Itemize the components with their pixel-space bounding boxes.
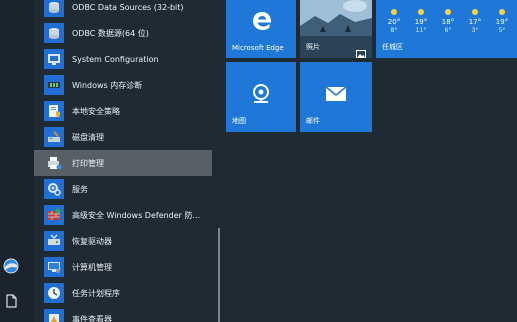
- menu-item-recovery-drive[interactable]: 恢复驱动器: [34, 228, 212, 254]
- edge-icon: [251, 10, 273, 32]
- menu-item-label: Windows 内存诊断: [72, 80, 143, 90]
- weather-high: 19°: [414, 18, 428, 26]
- menu-item-memory-diagnostic[interactable]: Windows 内存诊断: [34, 72, 212, 98]
- services-icon: [44, 179, 64, 199]
- menu-item-label: 任务计划程序: [72, 288, 120, 298]
- menu-item-label: 磁盘清理: [72, 132, 104, 142]
- tile-mail[interactable]: 邮件: [300, 62, 372, 132]
- weather-day-2: 19° 11°: [409, 6, 433, 34]
- start-left-rail: [0, 0, 34, 322]
- event-viewer-icon: [44, 309, 64, 322]
- menu-item-event-viewer[interactable]: 事件查看器: [34, 306, 212, 322]
- tile-label: 地图: [232, 117, 246, 125]
- menu-item-label: 高级安全 Windows Defender 防...: [72, 210, 201, 220]
- menu-item-odbc-64[interactable]: ODBC 数据源(64 位): [34, 20, 212, 46]
- menu-item-label: 本地安全策略: [72, 106, 120, 116]
- menu-item-defender-firewall[interactable]: 高级安全 Windows Defender 防...: [34, 202, 212, 228]
- tile-weather[interactable]: 20° 8° 19° 11° 18° 6° 17° 3° 19° 5° 任城区: [376, 0, 517, 58]
- menu-item-print-management[interactable]: 打印管理: [34, 150, 212, 176]
- sun-icon: [468, 6, 482, 16]
- weather-day-1: 20° 8°: [382, 6, 406, 34]
- weather-day-3: 18° 6°: [436, 6, 460, 34]
- memory-diagnostic-icon: [44, 75, 64, 95]
- sun-icon: [414, 6, 428, 16]
- menu-item-label: ODBC 数据源(64 位): [72, 28, 149, 38]
- weather-low: 8°: [390, 27, 398, 34]
- menu-item-label: 服务: [72, 184, 88, 194]
- sun-icon: [441, 6, 455, 16]
- start-menu-app-list: ODBC Data Sources (32-bit) ODBC 数据源(64 位…: [34, 0, 220, 322]
- tile-photos[interactable]: 照片: [300, 0, 372, 58]
- weather-high: 17°: [468, 18, 482, 26]
- weather-high: 20°: [387, 18, 401, 26]
- computer-management-icon: [44, 257, 64, 277]
- print-management-icon: [44, 153, 64, 173]
- menu-item-odbc-32[interactable]: ODBC Data Sources (32-bit): [34, 0, 212, 20]
- tile-label: 照片: [306, 43, 320, 51]
- menu-item-label: System Configuration: [72, 54, 159, 64]
- task-scheduler-icon: [44, 283, 64, 303]
- menu-item-label: 事件查看器: [72, 314, 112, 322]
- sun-icon: [387, 6, 401, 16]
- menu-item-disk-cleanup[interactable]: 磁盘清理: [34, 124, 212, 150]
- document-icon[interactable]: [3, 293, 19, 309]
- menu-item-local-security-policy[interactable]: 本地安全策略: [34, 98, 212, 124]
- menu-item-label: 打印管理: [72, 158, 104, 168]
- odbc-icon: [44, 23, 64, 43]
- security-policy-icon: [44, 101, 64, 121]
- menu-item-system-configuration[interactable]: System Configuration: [34, 46, 212, 72]
- disk-cleanup-icon: [44, 127, 64, 147]
- weather-day-4: 17° 3°: [463, 6, 487, 34]
- weather-low: 3°: [471, 27, 479, 34]
- mail-icon: [325, 86, 347, 102]
- photos-icon: [356, 44, 366, 58]
- menu-item-label: 计算机管理: [72, 262, 112, 272]
- menu-item-task-scheduler[interactable]: 任务计划程序: [34, 280, 212, 306]
- user-avatar-icon[interactable]: [3, 258, 19, 274]
- tile-label: Microsoft Edge: [232, 44, 284, 52]
- odbc-icon: [44, 0, 64, 17]
- weather-day-5: 19° 5°: [490, 6, 514, 34]
- tiles-area: Microsoft Edge 照片 20° 8° 19° 11° 18° 6° …: [226, 0, 517, 322]
- menu-item-services[interactable]: 服务: [34, 176, 212, 202]
- menu-item-computer-management[interactable]: 计算机管理: [34, 254, 212, 280]
- menu-item-label: ODBC Data Sources (32-bit): [72, 2, 184, 12]
- tile-label: 邮件: [306, 117, 320, 125]
- maps-icon: [250, 82, 272, 106]
- weather-low: 11°: [415, 27, 427, 34]
- recovery-drive-icon: [44, 231, 64, 251]
- tile-microsoft-edge[interactable]: Microsoft Edge: [226, 0, 296, 58]
- menu-item-label: 恢复驱动器: [72, 236, 112, 246]
- tile-maps[interactable]: 地图: [226, 62, 296, 132]
- sun-icon: [495, 6, 509, 16]
- weather-high: 18°: [441, 18, 455, 26]
- system-config-icon: [44, 49, 64, 69]
- weather-low: 6°: [444, 27, 452, 34]
- firewall-icon: [44, 205, 64, 225]
- weather-location: 任城区: [382, 43, 403, 51]
- weather-high: 19°: [495, 18, 509, 26]
- weather-low: 5°: [498, 27, 506, 34]
- app-list-scrollbar[interactable]: [218, 228, 220, 322]
